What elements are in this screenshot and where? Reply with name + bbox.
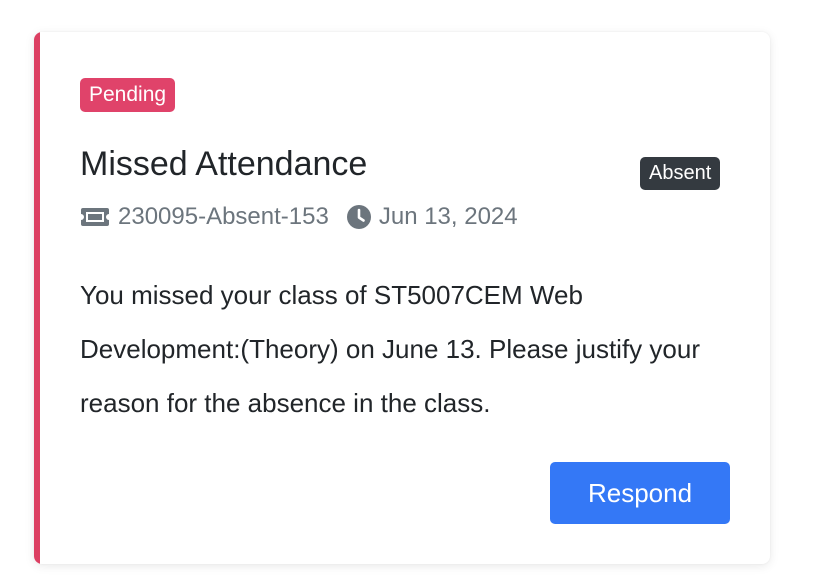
attendance-card: Pending Missed Attendance Absent 230095-…	[34, 32, 770, 564]
respond-button[interactable]: Respond	[550, 462, 730, 524]
absent-badge: Absent	[640, 157, 721, 190]
date-text: Jun 13, 2024	[378, 203, 518, 230]
clock-icon	[346, 205, 371, 229]
ticket-id: 230095-Absent-153	[118, 203, 329, 230]
card-message: You missed your class of ST5007CEM Web D…	[80, 280, 700, 418]
card-title: Missed Attendance	[80, 145, 368, 183]
status-badge: Pending	[80, 78, 176, 112]
card-accent-bar	[34, 32, 40, 564]
card-meta: 230095-Absent-153 Jun 13, 2024	[80, 200, 518, 234]
ticket-icon	[80, 206, 110, 228]
